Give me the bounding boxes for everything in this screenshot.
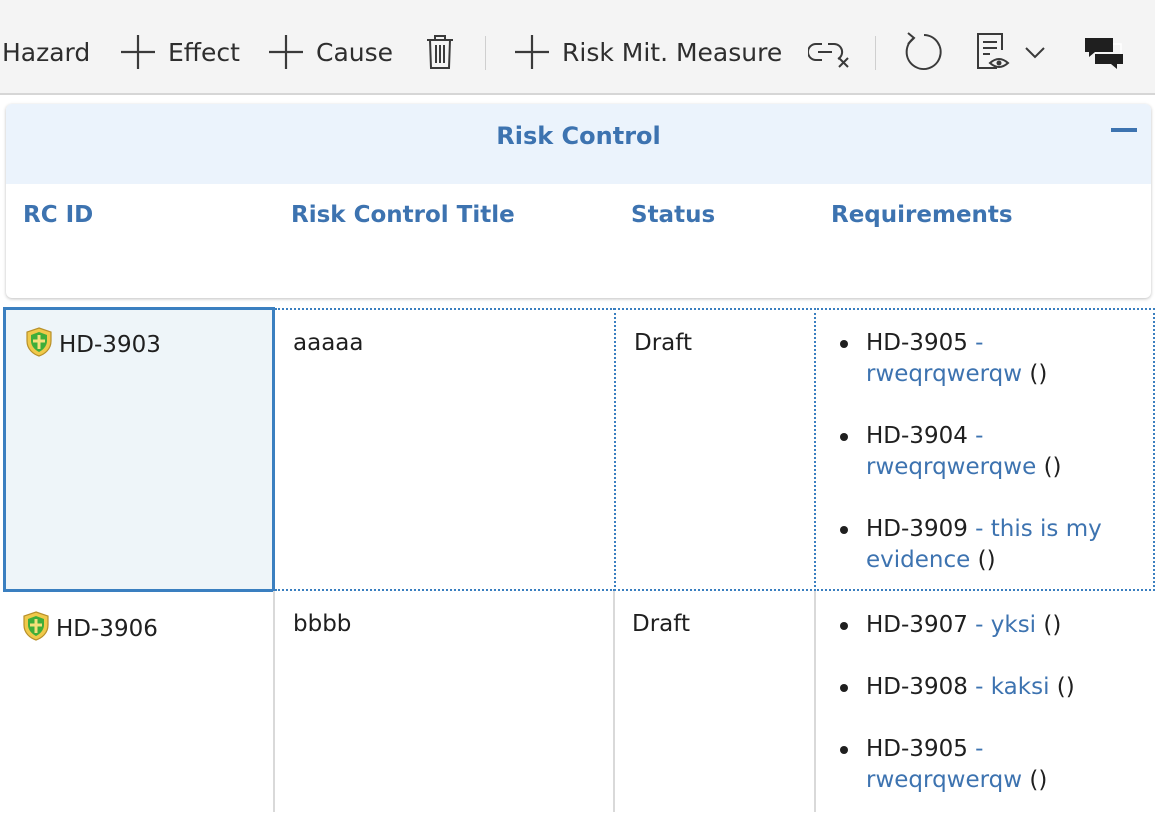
rc-id: HD-3906 <box>22 611 158 647</box>
risk-control-panel: Risk Control RC ID Risk Control Title St… <box>6 104 1151 298</box>
status-cell[interactable]: Draft <box>615 591 816 812</box>
trash-icon <box>423 32 457 72</box>
requirement-id: HD-3905 <box>866 330 968 356</box>
add-effect-label: Effect <box>168 37 240 67</box>
list-item: HD-3904 - rweqrqwerqwe () <box>838 421 1138 483</box>
status-text: Draft <box>634 330 692 356</box>
unlink-icon <box>808 32 852 72</box>
report-menu-button[interactable] <box>973 30 1047 74</box>
comments-button[interactable] <box>1083 30 1125 74</box>
refresh-button[interactable] <box>900 30 944 74</box>
requirement-link[interactable]: evidence <box>866 547 970 573</box>
status-text: Draft <box>632 611 690 637</box>
report-icon <box>973 30 1013 74</box>
requirement-id: HD-3905 <box>866 736 968 762</box>
rc-id: HD-3903 <box>25 327 161 363</box>
title-cell[interactable]: bbbb <box>275 591 615 812</box>
plus-icon <box>512 32 552 72</box>
toolbar-separator <box>485 36 486 70</box>
delete-button[interactable] <box>423 30 457 74</box>
requirement-link[interactable]: - this is my <box>975 516 1102 542</box>
requirements-cell[interactable]: HD-3907 - yksi () HD-3908 - kaksi () HD-… <box>816 591 1155 812</box>
column-header-title[interactable]: Risk Control Title <box>291 202 515 228</box>
collapse-icon[interactable] <box>1111 128 1137 132</box>
requirement-link[interactable]: rweqrqwerqw <box>866 361 1022 387</box>
requirements-cell[interactable]: HD-3905 - rweqrqwerqw () HD-3904 - rweqr… <box>814 308 1155 591</box>
risk-control-title: aaaaa <box>293 330 364 356</box>
rc-id-cell[interactable]: HD-3903 <box>3 307 275 592</box>
list-item: HD-3905 - rweqrqwerqw () <box>838 328 1138 390</box>
requirements-list: HD-3905 - rweqrqwerqw () HD-3904 - rweqr… <box>838 328 1138 607</box>
risk-control-title: bbbb <box>293 611 352 637</box>
requirement-link[interactable]: rweqrqwerqwe <box>866 454 1036 480</box>
add-hazard-label: Hazard <box>2 37 91 67</box>
list-item: HD-3905 - rweqrqwerqw () <box>838 734 1138 796</box>
requirement-paren: () <box>977 547 996 573</box>
shield-icon <box>22 611 56 647</box>
toolbar: Hazard Effect Cause Risk Mit. Measure <box>0 0 1155 95</box>
toolbar-separator <box>875 36 876 70</box>
comments-icon <box>1083 32 1125 72</box>
rc-id-cell[interactable]: HD-3906 <box>0 591 275 812</box>
requirement-id: HD-3907 <box>866 612 968 638</box>
list-item: HD-3908 - kaksi () <box>838 672 1138 703</box>
add-hazard-button[interactable]: Hazard <box>2 30 90 74</box>
add-effect-button[interactable]: Effect <box>118 30 240 74</box>
requirement-link[interactable]: - yksi <box>975 612 1036 638</box>
list-item: HD-3909 - this is my evidence () <box>838 514 1138 576</box>
add-cause-button[interactable]: Cause <box>266 30 393 74</box>
refresh-icon <box>900 30 944 74</box>
title-cell[interactable]: aaaaa <box>275 308 615 591</box>
requirement-link[interactable]: - <box>975 736 983 762</box>
shield-icon <box>25 327 59 363</box>
requirement-link[interactable]: - <box>975 330 983 356</box>
requirement-paren: () <box>1043 454 1062 480</box>
list-item: HD-3907 - yksi () <box>838 610 1138 641</box>
group-header: Risk Control <box>6 104 1151 184</box>
requirement-paren: () <box>1029 361 1048 387</box>
unlink-button[interactable] <box>808 30 852 74</box>
add-risk-mit-measure-button[interactable]: Risk Mit. Measure <box>512 30 782 74</box>
requirement-id: HD-3908 <box>866 674 968 700</box>
add-risk-mit-measure-label: Risk Mit. Measure <box>562 37 783 67</box>
rc-id-text: HD-3903 <box>59 332 161 358</box>
rc-id-text: HD-3906 <box>56 616 158 642</box>
group-title: Risk Control <box>496 122 661 150</box>
requirement-id: HD-3904 <box>866 423 968 449</box>
requirement-paren: () <box>1056 674 1075 700</box>
column-header-status[interactable]: Status <box>631 202 715 228</box>
add-cause-label: Cause <box>316 37 394 67</box>
requirements-list: HD-3907 - yksi () HD-3908 - kaksi () HD-… <box>838 610 1138 827</box>
column-header-rc-id[interactable]: RC ID <box>23 202 93 228</box>
status-cell[interactable]: Draft <box>614 308 816 591</box>
requirement-link[interactable]: - kaksi <box>975 674 1049 700</box>
requirement-link[interactable]: rweqrqwerqw <box>866 767 1022 793</box>
requirement-paren: () <box>1043 612 1062 638</box>
requirement-link[interactable]: - <box>975 423 983 449</box>
requirement-paren: () <box>1029 767 1048 793</box>
plus-icon <box>266 32 306 72</box>
requirement-id: HD-3909 <box>866 516 968 542</box>
chevron-down-icon <box>1023 44 1047 60</box>
plus-icon <box>118 32 158 72</box>
column-header-requirements[interactable]: Requirements <box>831 202 1013 228</box>
